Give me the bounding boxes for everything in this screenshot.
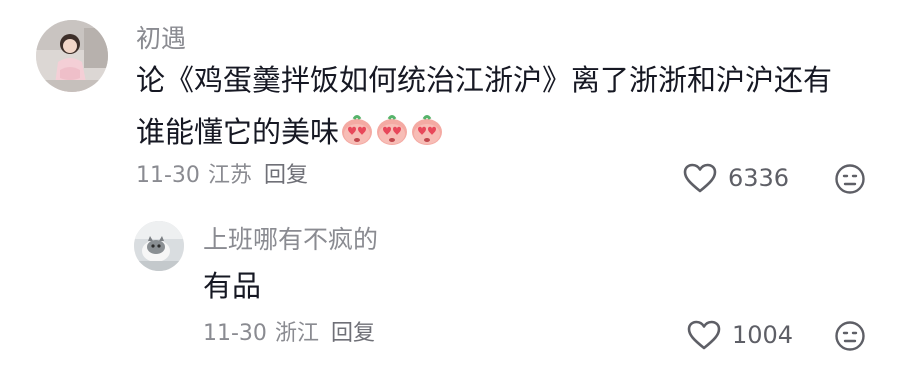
heart-eyes-emoji <box>375 113 409 147</box>
heart-eyes-emoji <box>340 113 374 147</box>
dislike-button[interactable] <box>834 320 866 352</box>
heart-icon <box>687 320 721 350</box>
unhappy-face-icon <box>835 321 865 351</box>
comment-text: 论《鸡蛋羹拌饭如何统治江浙沪》离了浙浙和沪沪还有 谁能懂它的美味 <box>136 54 876 158</box>
comment-location: 江苏 <box>207 163 252 188</box>
like-count: 6336 <box>728 164 790 192</box>
reply-button[interactable]: 回复 <box>264 163 308 188</box>
comment-text: 有品 <box>203 269 262 303</box>
avatar[interactable] <box>36 20 108 92</box>
avatar[interactable] <box>134 221 184 271</box>
heart-icon <box>683 163 717 193</box>
heart-eyes-emoji <box>410 113 444 147</box>
unhappy-face-icon <box>835 164 865 194</box>
dislike-button[interactable] <box>834 163 866 195</box>
username[interactable]: 初遇 <box>136 24 186 54</box>
like-count: 1004 <box>732 321 794 349</box>
comment-meta: 11-30 江苏 回复 <box>136 162 316 190</box>
avatar-photo <box>134 221 184 271</box>
comment-text-line: 谁能懂它的美味 <box>136 106 876 158</box>
comment-meta: 11-30 浙江 回复 <box>203 320 383 348</box>
comment-date: 11-30 <box>203 321 267 346</box>
comment-text-segment: 谁能懂它的美味 <box>136 115 340 149</box>
reply-button[interactable]: 回复 <box>331 321 375 346</box>
avatar-photo <box>36 20 108 92</box>
comment-location: 浙江 <box>274 321 319 346</box>
username[interactable]: 上班哪有不疯的 <box>203 225 378 255</box>
comment-date: 11-30 <box>136 163 200 188</box>
like-button[interactable]: 6336 <box>682 161 789 195</box>
comment-text-line: 论《鸡蛋羹拌饭如何统治江浙沪》离了浙浙和沪沪还有 <box>136 63 833 97</box>
like-button[interactable]: 1004 <box>686 318 793 352</box>
